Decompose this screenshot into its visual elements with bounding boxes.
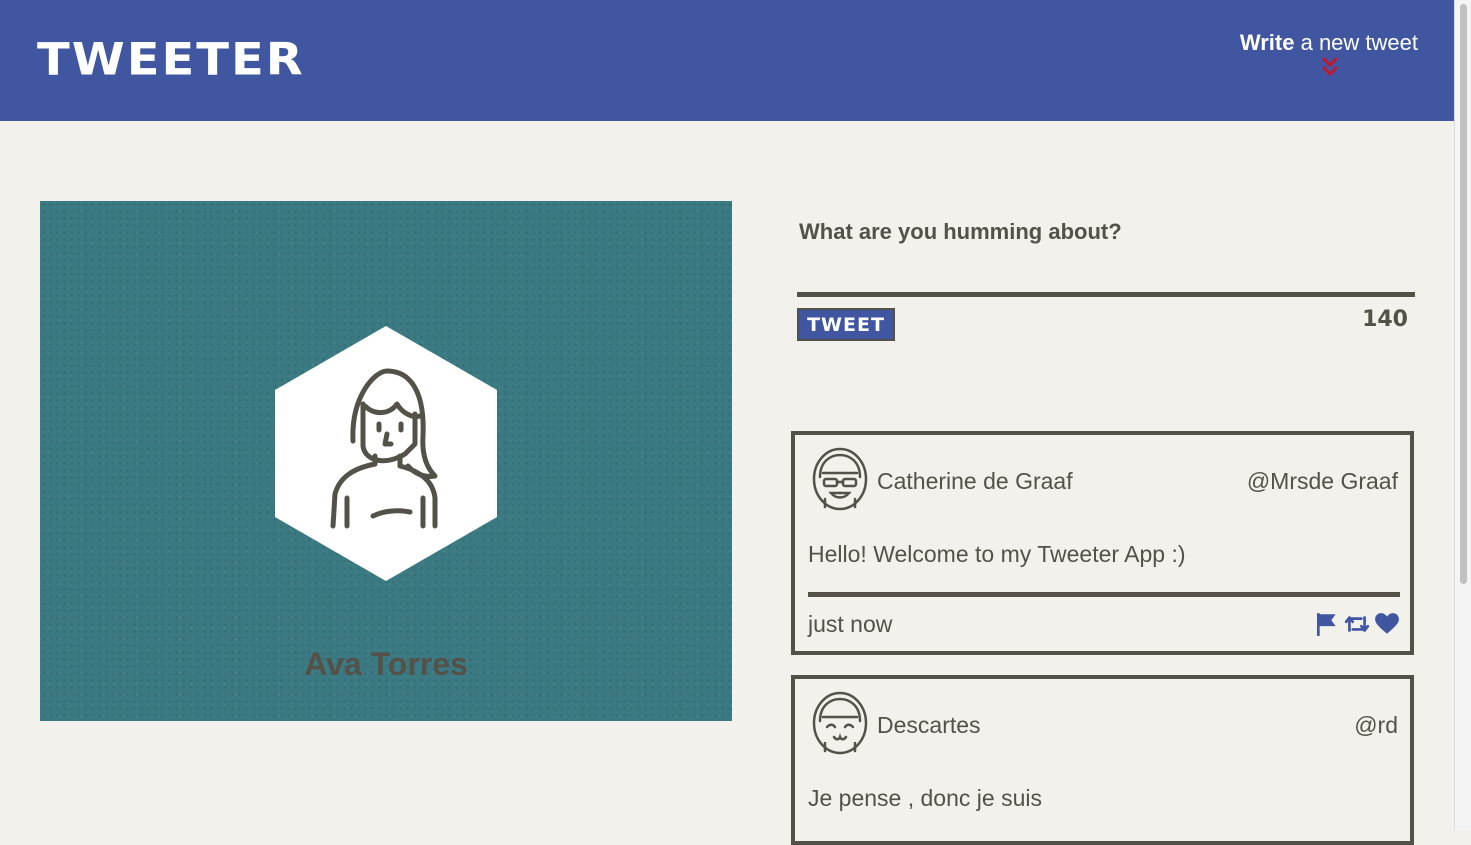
app-logo[interactable]: TWEETER — [37, 34, 305, 86]
double-chevron-down-icon[interactable] — [1318, 55, 1342, 79]
tweet-author-name: Descartes — [877, 712, 981, 738]
retweet-icon[interactable] — [1344, 611, 1370, 637]
flag-icon[interactable] — [1314, 611, 1340, 637]
tweet-button[interactable]: TWEET — [797, 308, 895, 341]
compose-label: What are you humming about? — [799, 219, 1122, 244]
tweet-text: Je pense , donc je suis — [808, 785, 1042, 811]
tweet-author-name: Catherine de Graaf — [877, 468, 1073, 494]
tweet-timestamp: just now — [808, 611, 893, 637]
user-avatar-icon — [812, 691, 868, 755]
write-link-rest: a new tweet — [1294, 30, 1418, 55]
tweet-actions — [1314, 611, 1400, 637]
heart-icon[interactable] — [1374, 611, 1400, 637]
tweet-author-handle: @rd — [1354, 712, 1398, 738]
user-avatar-icon — [812, 447, 868, 511]
write-link-bold: Write — [1239, 30, 1295, 55]
tweet-divider — [808, 592, 1400, 597]
tweet-text: Hello! Welcome to my Tweeter App :) — [808, 541, 1186, 567]
tweet-card: Catherine de Graaf @Mrsde Graaf Hello! W… — [791, 431, 1414, 655]
profile-name: Ava Torres — [304, 646, 468, 682]
compose-textarea[interactable] — [797, 248, 1415, 297]
profile-avatar — [275, 326, 497, 581]
char-counter: 140 — [1362, 307, 1408, 332]
write-new-tweet-link[interactable]: Write a new tweet — [1240, 30, 1418, 56]
scrollbar-thumb[interactable] — [1460, 4, 1467, 584]
profile-card: Ava Torres — [40, 201, 732, 721]
top-navbar: TWEETER Write a new tweet — [0, 0, 1454, 121]
tweet-author-handle: @Mrsde Graaf — [1246, 468, 1398, 494]
tweet-card: Descartes @rd Je pense , donc je suis — [791, 675, 1414, 845]
page-scrollbar[interactable] — [1454, 0, 1471, 830]
